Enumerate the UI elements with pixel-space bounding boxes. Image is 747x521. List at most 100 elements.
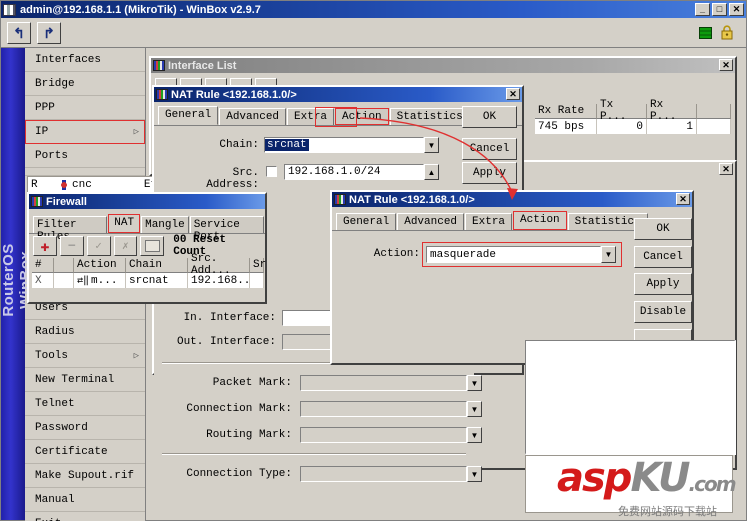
minimize-button[interactable]: _ — [695, 3, 710, 16]
column-header[interactable]: Tx P... — [597, 99, 647, 123]
firewall-icon — [31, 196, 43, 207]
cell-action: ⇄‖ m... — [74, 273, 126, 288]
chevron-down-icon[interactable]: ▼ — [467, 466, 482, 482]
tab-service-port[interactable]: Service Port — [189, 216, 264, 243]
chevron-down-icon[interactable]: ▼ — [467, 401, 482, 417]
redo-icon: ↱ — [43, 25, 55, 41]
tab-action[interactable]: Action — [335, 108, 389, 125]
close-icon[interactable]: ✕ — [719, 59, 733, 71]
column-header-action[interactable]: Action — [74, 258, 126, 273]
sidebar-item-label: Exit — [35, 518, 61, 521]
sidebar-item-label: Ports — [35, 149, 69, 162]
chevron-down-icon[interactable]: ▼ — [467, 427, 482, 443]
disable-rule-button[interactable]: ✗ — [113, 236, 138, 256]
add-rule-button[interactable]: ✚ — [33, 236, 57, 256]
firewall-rules-table: # Action Chain Src. Add... Sr X ⇄‖ m... … — [32, 253, 266, 288]
column-header-src-address[interactable]: Src. Add... — [188, 253, 250, 277]
watermark-asp: asp — [557, 455, 632, 501]
main-toolbar: ↰ ↱ — [1, 18, 746, 48]
sidebar-item-certificate[interactable]: Certificate — [25, 440, 145, 464]
tab-mangle[interactable]: Mangle — [141, 216, 189, 233]
sidebar-item-ip[interactable]: IP ▷ — [25, 120, 145, 144]
cancel-button-1[interactable]: Cancel — [462, 138, 517, 160]
src-address-checkbox[interactable] — [266, 166, 277, 177]
sidebar-item-new-terminal[interactable]: New Terminal — [25, 368, 145, 392]
nat-rule-icon — [156, 89, 168, 100]
sidebar-item-telnet[interactable]: Telnet — [25, 392, 145, 416]
routing-mark-field[interactable]: ▼ — [300, 427, 482, 443]
src-address-field[interactable]: 192.168.1.0/24 ▲ — [284, 164, 439, 180]
column-header[interactable]: Rx P... — [647, 99, 697, 123]
tab-extra[interactable]: Extra — [465, 213, 513, 230]
sidebar-item-label: Manual — [35, 493, 75, 506]
sidebar-item-ppp[interactable]: PPP — [25, 96, 145, 120]
column-header[interactable]: Rx Rate — [535, 104, 597, 119]
sidebar-item-manual[interactable]: Manual — [25, 488, 145, 512]
nat-rule-2-title: NAT Rule <192.168.1.0/> — [349, 193, 475, 206]
routing-mark-value — [300, 427, 467, 443]
tab-nat[interactable]: NAT — [108, 214, 141, 233]
firewall-titlebar: Firewall — [29, 194, 265, 209]
tab-general[interactable]: General — [336, 213, 397, 230]
tab-filter-rules[interactable]: Filter Rules — [33, 216, 108, 243]
close-button[interactable]: ✕ — [729, 3, 744, 16]
disable-button-2[interactable]: Disable — [634, 301, 692, 323]
remove-rule-button[interactable]: — — [59, 236, 84, 256]
column-header-blank[interactable] — [697, 104, 731, 119]
chevron-down-icon[interactable]: ▼ — [601, 246, 616, 263]
table-row[interactable]: X ⇄‖ m... srcnat 192.168... — [32, 273, 264, 288]
sidebar-item-password[interactable]: Password — [25, 416, 145, 440]
close-icon[interactable]: ✕ — [719, 163, 733, 175]
watermark-subtitle: 免费网站源码下载站 — [618, 505, 717, 518]
connection-type-field[interactable]: ▼ — [300, 466, 482, 482]
apply-button-2[interactable]: Apply — [634, 273, 692, 295]
ok-button-1[interactable]: OK — [462, 106, 517, 128]
apply-button-1[interactable]: Apply — [462, 162, 517, 184]
enable-rule-button[interactable]: ✓ — [86, 236, 111, 256]
close-icon[interactable]: ✕ — [506, 88, 520, 100]
chain-label: Chain: — [219, 139, 259, 151]
close-icon[interactable]: ✕ — [676, 193, 690, 205]
masquerade-icon: ⇄‖ — [77, 275, 90, 287]
tab-extra[interactable]: Extra — [287, 108, 335, 125]
sidebar-item-radius[interactable]: Radius — [25, 320, 145, 344]
sidebar-item-exit[interactable]: Exit — [25, 512, 145, 521]
tab-general[interactable]: General — [158, 106, 219, 125]
ok-button-2[interactable]: OK — [634, 218, 692, 240]
sidebar-item-make-supout[interactable]: Make Supout.rif — [25, 464, 145, 488]
cell-src-address: 192.168... — [188, 273, 257, 288]
sidebar-item-tools[interactable]: Tools ▷ — [25, 344, 145, 368]
chain-value: srcnat — [265, 139, 309, 151]
tab-action[interactable]: Action — [513, 211, 567, 230]
undo-button[interactable]: ↰ — [7, 22, 31, 44]
tab-statistics[interactable]: Statistics — [389, 108, 470, 125]
tab-advanced[interactable]: Advanced — [219, 108, 287, 125]
bottom-right-list-panel[interactable] — [525, 340, 736, 455]
table-row[interactable]: 745 bps 0 1 — [535, 119, 731, 134]
chevron-down-icon[interactable]: ▼ — [424, 137, 439, 153]
main-menu-bottom: Users Radius Tools ▷ New Terminal Telnet… — [25, 296, 146, 521]
iface-name: cnc — [72, 178, 92, 191]
maximize-button[interactable]: □ — [712, 3, 727, 16]
cancel-button-2[interactable]: Cancel — [634, 246, 692, 268]
sidebar-item-interfaces[interactable]: Interfaces — [25, 48, 145, 72]
comment-button[interactable] — [140, 236, 165, 256]
action-dropdown[interactable]: masquerade ▼ — [426, 246, 616, 263]
sidebar-item-partial[interactable] — [25, 168, 145, 176]
column-header-src-port[interactable]: Sr — [250, 258, 266, 273]
chain-dropdown[interactable]: srcnat ▼ — [264, 137, 439, 153]
sidebar-item-ports[interactable]: Ports — [25, 144, 145, 168]
redo-button[interactable]: ↱ — [37, 22, 61, 44]
tab-advanced[interactable]: Advanced — [397, 213, 465, 230]
column-header-num[interactable]: # — [32, 258, 54, 273]
packet-mark-field[interactable]: ▼ — [300, 375, 482, 391]
connection-mark-field[interactable]: ▼ — [300, 401, 482, 417]
spinner-up-icon[interactable]: ▲ — [424, 164, 439, 180]
column-header-chain[interactable]: Chain — [126, 258, 188, 273]
column-header-blank[interactable] — [54, 258, 74, 273]
chevron-down-icon[interactable]: ▼ — [467, 375, 482, 391]
sidebar-item-label: Telnet — [35, 397, 75, 410]
packet-mark-label: Packet Mark: — [212, 377, 292, 389]
cell-action-text: m... — [91, 274, 118, 287]
sidebar-item-bridge[interactable]: Bridge — [25, 72, 145, 96]
